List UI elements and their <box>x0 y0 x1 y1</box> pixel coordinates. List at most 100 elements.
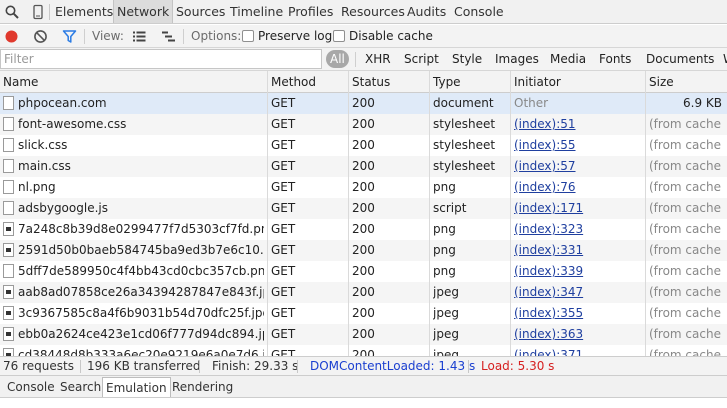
cell-initiator[interactable]: (index):323 <box>514 219 642 240</box>
column-header-status[interactable]: Status <box>349 71 390 93</box>
divider <box>183 29 184 44</box>
cell-size: (from cache) <box>649 117 722 131</box>
clear-icon[interactable] <box>33 29 48 44</box>
cell-initiator: Other <box>514 96 549 110</box>
filter-type-documents[interactable]: Documents <box>642 50 718 68</box>
divider <box>49 4 50 20</box>
cell-initiator[interactable]: (index):57 <box>514 156 642 177</box>
image-icon <box>3 222 14 236</box>
cell-name: 7a248c8b39d8e0299477f7d5303cf7fd.png <box>18 222 264 236</box>
tab-profiles[interactable]: Profiles <box>285 0 336 23</box>
cell-method: GET <box>271 180 296 194</box>
cell-initiator[interactable]: (index):347 <box>514 282 642 303</box>
tab-network[interactable]: Network <box>113 0 174 23</box>
filter-type-other[interactable]: W <box>719 50 727 68</box>
image-thumbnail <box>6 290 11 294</box>
preserve-log-checkbox[interactable] <box>242 30 254 42</box>
cell-status: 200 <box>352 243 375 257</box>
cell-initiator[interactable]: (index):371 <box>514 345 642 356</box>
device-mode-icon[interactable] <box>30 4 46 20</box>
table-row[interactable]: 2591d50b0baeb584745ba9ed3b7e6c10.png GET 2… <box>0 240 727 261</box>
cell-initiator[interactable]: (index):171 <box>514 198 642 219</box>
large-rows-icon[interactable] <box>132 29 147 44</box>
cell-method: GET <box>271 222 296 236</box>
table-row[interactable]: 5dff7de589950c4f4bb43cd0cbc357cb.png GET 2… <box>0 261 727 282</box>
filter-type-all[interactable]: All <box>326 50 349 68</box>
file-icon <box>3 159 14 173</box>
column-header-type[interactable]: Type <box>430 71 461 93</box>
cell-initiator[interactable]: (index):331 <box>514 240 642 261</box>
filter-type-script[interactable]: Script <box>400 50 443 68</box>
drawer-tab-emulation[interactable]: Emulation <box>102 377 171 397</box>
cell-name: cd38448d8b333a6ec20e9219e6a0e7d6.jpg <box>18 348 264 356</box>
table-row[interactable]: main.css GET 200 stylesheet (index):57 (from … <box>0 156 727 177</box>
cell-initiator[interactable]: (index):339 <box>514 261 642 282</box>
preserve-log-label: Preserve log <box>258 29 333 43</box>
cell-status: 200 <box>352 306 375 320</box>
cell-status: 200 <box>352 348 375 356</box>
table-row[interactable]: aab8ad07858ce26a34394287847e843f.jpg GET 2… <box>0 282 727 303</box>
filter-type-fonts[interactable]: Fonts <box>595 50 635 68</box>
cell-name: 5dff7de589950c4f4bb43cd0cbc357cb.png <box>18 264 264 278</box>
drawer-content <box>0 398 727 408</box>
tab-audits[interactable]: Audits <box>404 0 449 23</box>
waterfall-overview-icon[interactable] <box>161 29 176 44</box>
image-thumbnail <box>6 248 11 252</box>
tab-elements[interactable]: Elements <box>52 0 116 23</box>
cell-method: GET <box>271 264 296 278</box>
tab-sources[interactable]: Sources <box>173 0 228 23</box>
tab-console[interactable]: Console <box>451 0 507 23</box>
table-body: phpocean.com GET 200 document Other 6.9 KB fon… <box>0 93 727 356</box>
cell-type: png <box>433 180 456 194</box>
image-thumbnail <box>6 227 11 231</box>
network-toolbar: View: Options: Preserve log Disable cach… <box>0 25 727 48</box>
cell-initiator[interactable]: (index):76 <box>514 177 642 198</box>
filter-type-xhr[interactable]: XHR <box>361 50 395 68</box>
cell-method: GET <box>271 201 296 215</box>
cell-status: 200 <box>352 327 375 341</box>
table-row[interactable]: 3c9367585c8a4f6b9031b54d70dfc25f.jpg GET 2… <box>0 303 727 324</box>
filter-input[interactable] <box>0 49 322 69</box>
table-row[interactable]: phpocean.com GET 200 document Other 6.9 KB <box>0 93 727 114</box>
record-icon[interactable] <box>4 29 19 44</box>
filter-bar: All XHR Script Style Images Media Fonts … <box>0 48 727 71</box>
table-row[interactable]: slick.css GET 200 stylesheet (index):55 (from… <box>0 135 727 156</box>
cell-name: nl.png <box>18 180 56 194</box>
cell-method: GET <box>271 348 296 356</box>
column-header-size[interactable]: Size <box>646 71 674 93</box>
cell-initiator[interactable]: (index):355 <box>514 303 642 324</box>
cell-initiator[interactable]: (index):363 <box>514 324 642 345</box>
tab-timeline[interactable]: Timeline <box>227 0 286 23</box>
cell-type: stylesheet <box>433 117 496 131</box>
column-divider <box>267 71 268 356</box>
cell-type: script <box>433 201 467 215</box>
drawer-tab-rendering[interactable]: Rendering <box>169 377 236 397</box>
cell-initiator[interactable]: (index):51 <box>514 114 642 135</box>
divider <box>297 360 298 373</box>
cell-initiator[interactable]: (index):55 <box>514 135 642 156</box>
drawer-tab-search[interactable]: Search <box>57 377 104 397</box>
filter-icon[interactable] <box>62 29 77 44</box>
filter-type-images[interactable]: Images <box>491 50 543 68</box>
devtools-tab-bar: Elements Network Sources Timeline Profil… <box>0 0 727 24</box>
filter-type-media[interactable]: Media <box>546 50 590 68</box>
column-header-method[interactable]: Method <box>268 71 316 93</box>
divider <box>84 29 85 44</box>
table-row[interactable]: ebb0a2624ce423e1cd06f777d94dc894.jpg GET 2… <box>0 324 727 345</box>
table-row[interactable]: 7a248c8b39d8e0299477f7d5303cf7fd.png GET 2… <box>0 219 727 240</box>
tab-resources[interactable]: Resources <box>338 0 408 23</box>
column-header-initiator[interactable]: Initiator <box>511 71 561 93</box>
table-row[interactable]: adsbygoogle.js GET 200 script (index):171 (fr… <box>0 198 727 219</box>
table-row[interactable]: font-awesome.css GET 200 stylesheet (index):… <box>0 114 727 135</box>
cell-status: 200 <box>352 159 375 173</box>
table-row[interactable]: nl.png GET 200 png (index):76 (from cache) <box>0 177 727 198</box>
column-header-name[interactable]: Name <box>0 71 38 93</box>
drawer-tab-console[interactable]: Console <box>4 377 58 397</box>
filter-type-style[interactable]: Style <box>448 50 486 68</box>
table-row[interactable]: cd38448d8b333a6ec20e9219e6a0e7d6.jpg GET 2… <box>0 345 727 356</box>
cell-method: GET <box>271 159 296 173</box>
cell-size: (from cache) <box>649 285 722 299</box>
finish-time: Finish: 29.33 s <box>212 359 299 373</box>
inspect-search-icon[interactable] <box>4 4 20 20</box>
disable-cache-checkbox[interactable] <box>333 30 345 42</box>
